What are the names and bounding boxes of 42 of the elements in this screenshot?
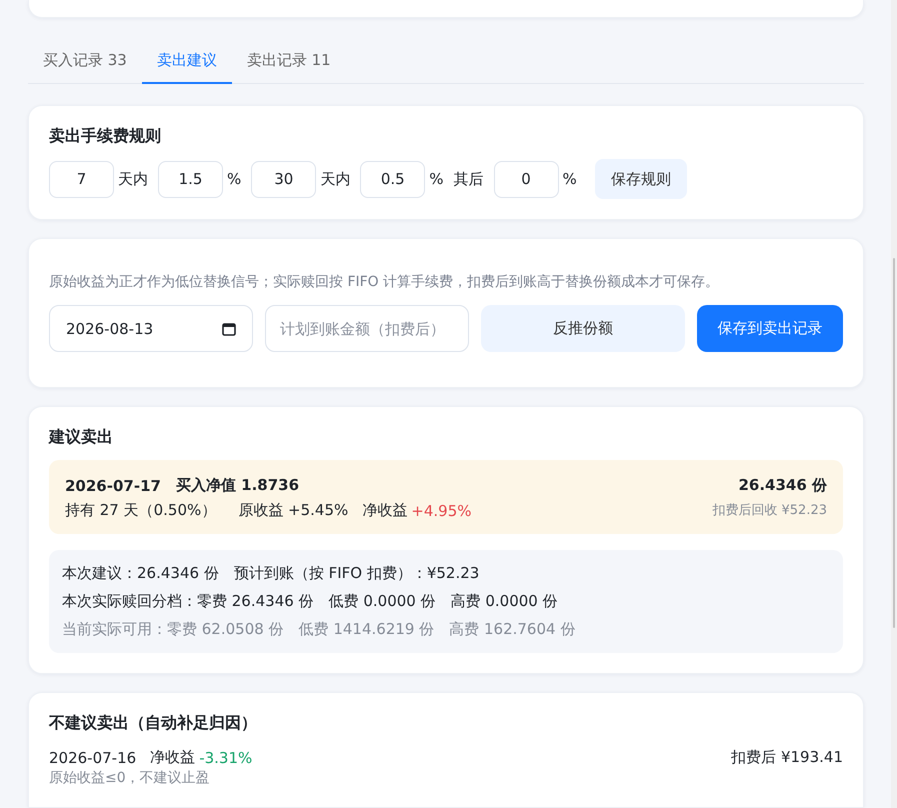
section-title: 卖出手续费规则 [49,126,162,147]
unit-label: % [562,170,577,188]
net-return-label: 净收益 [150,748,196,767]
hold-text: 持有 27 天（0.50%） [65,501,216,520]
input-field[interactable]: 7 [49,160,114,198]
tab[interactable]: 卖出建议 [142,40,232,84]
unit-label: 天内 [118,170,148,188]
hint-text: 原始收益为正才作为低位替换信号；实际赎回按 FIFO 计算手续费，扣费后到账高于替换份额成本才可保存。 [49,273,720,291]
summary-text: 当前实际可用：零费 62.0508 份 低费 1414.6219 份 高费 162.7604 份 [62,620,576,639]
tab[interactable]: 买入记录 33 [28,40,142,84]
note-text: 原始收益≤0，不建议止盈 [49,770,210,786]
save-button[interactable]: 保存到卖出记录 [697,305,843,352]
summary-text: 本次实际赎回分档：零费 26.4346 份 低费 0.0000 份 高费 0.0000 份 [62,592,559,611]
summary-text: 本次建议：26.4346 份 预计到账（按 FIFO 扣费）：¥52.23 [62,564,480,583]
section-title: 建议卖出 [49,427,114,448]
net-return-value: -3.31% [199,748,252,766]
date-text: 2026-07-17 [65,476,161,494]
tab[interactable]: 卖出记录 11 [232,40,346,84]
calendar-icon [222,322,236,336]
scrollbar-thumb[interactable] [893,258,895,628]
input-field[interactable]: 0.5 [360,160,426,198]
amount-text: 扣费后 ¥193.41 [731,748,843,767]
input-field[interactable]: 0 [494,160,559,198]
nav-text: 买入净值 1.8736 [176,476,300,495]
unit-label: 天内 [320,170,350,188]
scrollbar[interactable] [891,0,897,808]
input-field[interactable]: 1.5 [158,160,223,198]
recover-text: 扣费后回收 ¥52.23 [712,502,827,519]
amount-field[interactable]: 计划到账金额（扣费后） [265,305,469,352]
unit-label: 其后 [454,170,484,188]
section-title: 不建议卖出（自动补足归因） [49,713,258,734]
net-return-value: +4.95% [411,502,472,520]
shares-text: 26.4346 份 [738,476,827,495]
unit-label: % [227,170,242,188]
input-field[interactable]: 30 [251,160,316,198]
save-rules-button[interactable]: 保存规则 [594,159,687,199]
net-return-label: 净收益 [362,501,408,520]
calculate-button[interactable]: 反推份额 [481,305,685,352]
raw-return-text: 原收益 +5.45% [238,501,348,520]
date-text: 2026-07-16 [49,748,136,766]
date-field[interactable]: 2026-08-13 [49,305,253,352]
unit-label: % [429,170,444,188]
